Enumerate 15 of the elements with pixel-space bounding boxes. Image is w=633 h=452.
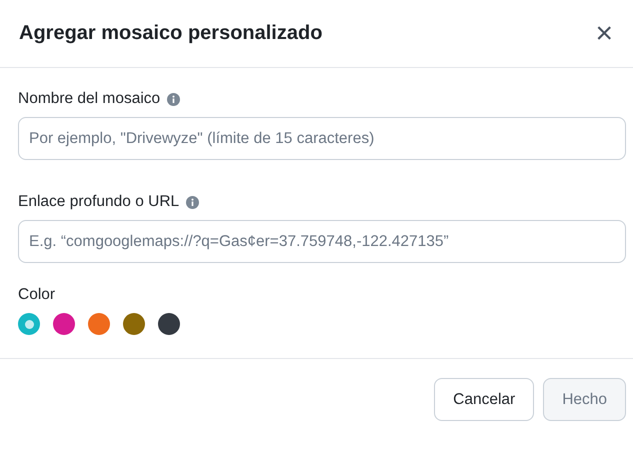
color-label: Color bbox=[18, 286, 56, 304]
color-swatch[interactable] bbox=[158, 313, 180, 335]
close-button[interactable]: × bbox=[593, 22, 615, 46]
cancel-button[interactable]: Cancelar bbox=[434, 378, 534, 421]
color-swatch[interactable] bbox=[18, 313, 40, 335]
color-swatch[interactable] bbox=[123, 313, 145, 335]
input-field[interactable]: E.g. “comgooglemaps://?q=Gas¢er=37.759748,-122.427135” bbox=[18, 220, 626, 263]
dialog-title: Agregar mosaico personalizado bbox=[19, 22, 322, 45]
field-label: Nombre del mosaico bbox=[18, 90, 160, 108]
field-label: Enlace profundo o URL bbox=[18, 193, 180, 211]
color-swatch[interactable] bbox=[53, 313, 75, 335]
info-icon[interactable] bbox=[167, 92, 180, 106]
info-icon[interactable] bbox=[186, 196, 200, 208]
input-field[interactable]: Por ejemplo, "Drivewyze" (límite de 15 caracteres) bbox=[18, 117, 626, 160]
color-swatch[interactable] bbox=[88, 313, 110, 335]
